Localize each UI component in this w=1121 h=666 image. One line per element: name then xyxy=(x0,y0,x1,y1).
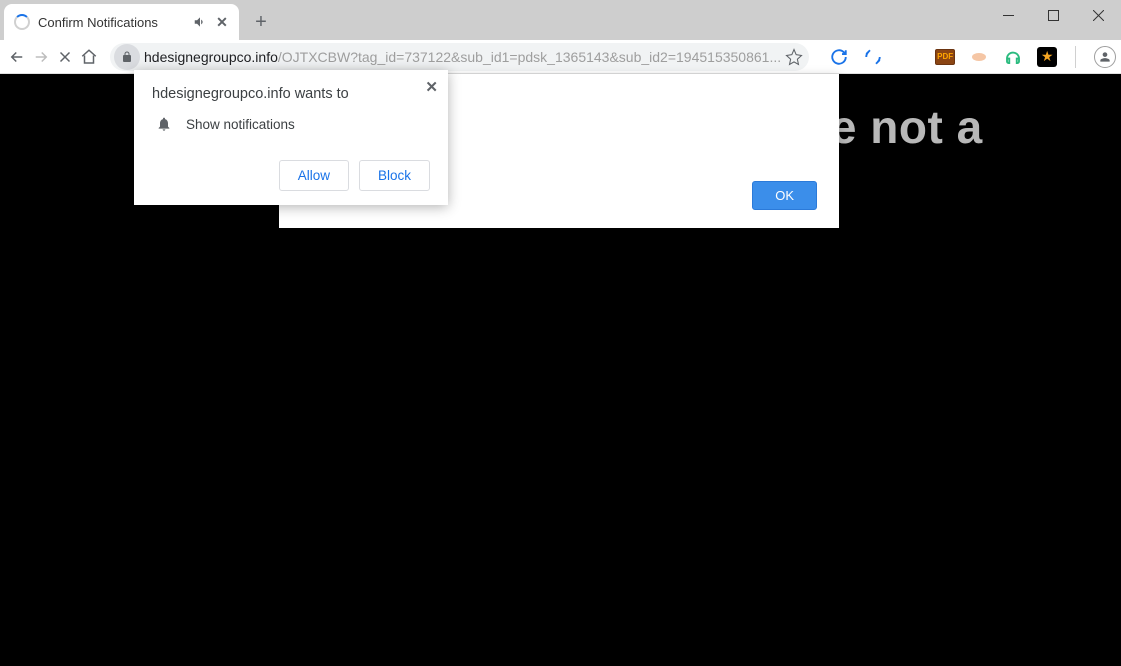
extension-unknown-icon[interactable] xyxy=(969,47,989,67)
permission-close-icon[interactable]: ✕ xyxy=(425,78,438,96)
minimize-button[interactable] xyxy=(986,0,1031,30)
loading-spinner-icon xyxy=(14,14,30,30)
permission-title: hdesignegroupco.info wants to xyxy=(152,86,430,102)
audio-icon[interactable] xyxy=(193,15,207,29)
tab-title: Confirm Notifications xyxy=(38,15,185,30)
back-button[interactable] xyxy=(8,43,26,71)
block-button[interactable]: Block xyxy=(359,160,430,191)
extensions-area: PDF ★ xyxy=(821,46,1121,68)
allow-button[interactable]: Allow xyxy=(279,160,349,191)
bookmark-star-icon[interactable] xyxy=(785,48,803,66)
extension-headphones-icon[interactable] xyxy=(1003,47,1023,67)
site-info-button[interactable] xyxy=(114,44,140,70)
bell-icon xyxy=(156,116,172,132)
extension-refresh-1-icon[interactable] xyxy=(829,47,849,67)
maximize-button[interactable] xyxy=(1031,0,1076,30)
stop-reload-button[interactable] xyxy=(56,43,74,71)
alert-ok-button[interactable]: OK xyxy=(752,181,817,210)
page-viewport: Click ALLOW to confirm you are not a pco… xyxy=(0,74,1121,666)
new-tab-button[interactable]: + xyxy=(247,8,275,36)
url-text: hdesignegroupco.info/OJTXCBW?tag_id=7371… xyxy=(144,49,781,65)
home-button[interactable] xyxy=(80,43,98,71)
browser-toolbar: hdesignegroupco.info/OJTXCBW?tag_id=7371… xyxy=(0,40,1121,74)
browser-titlebar: Confirm Notifications ✕ + xyxy=(0,0,1121,40)
address-bar[interactable]: hdesignegroupco.info/OJTXCBW?tag_id=7371… xyxy=(110,43,809,71)
extension-refresh-2-icon[interactable] xyxy=(863,47,883,67)
close-tab-icon[interactable]: ✕ xyxy=(215,15,229,29)
close-window-button[interactable] xyxy=(1076,0,1121,30)
notification-permission-dialog: ✕ hdesignegroupco.info wants to Show not… xyxy=(134,70,448,205)
toolbar-divider xyxy=(1075,46,1076,68)
permission-label: Show notifications xyxy=(186,117,295,132)
window-controls xyxy=(986,0,1121,30)
browser-tab[interactable]: Confirm Notifications ✕ xyxy=(4,4,239,40)
forward-button[interactable] xyxy=(32,43,50,71)
profile-avatar-button[interactable] xyxy=(1094,46,1116,68)
tab-strip: Confirm Notifications ✕ + xyxy=(0,0,275,40)
extension-star-icon[interactable]: ★ xyxy=(1037,47,1057,67)
extension-pdf-icon[interactable]: PDF xyxy=(935,49,955,65)
lock-icon xyxy=(121,51,133,63)
